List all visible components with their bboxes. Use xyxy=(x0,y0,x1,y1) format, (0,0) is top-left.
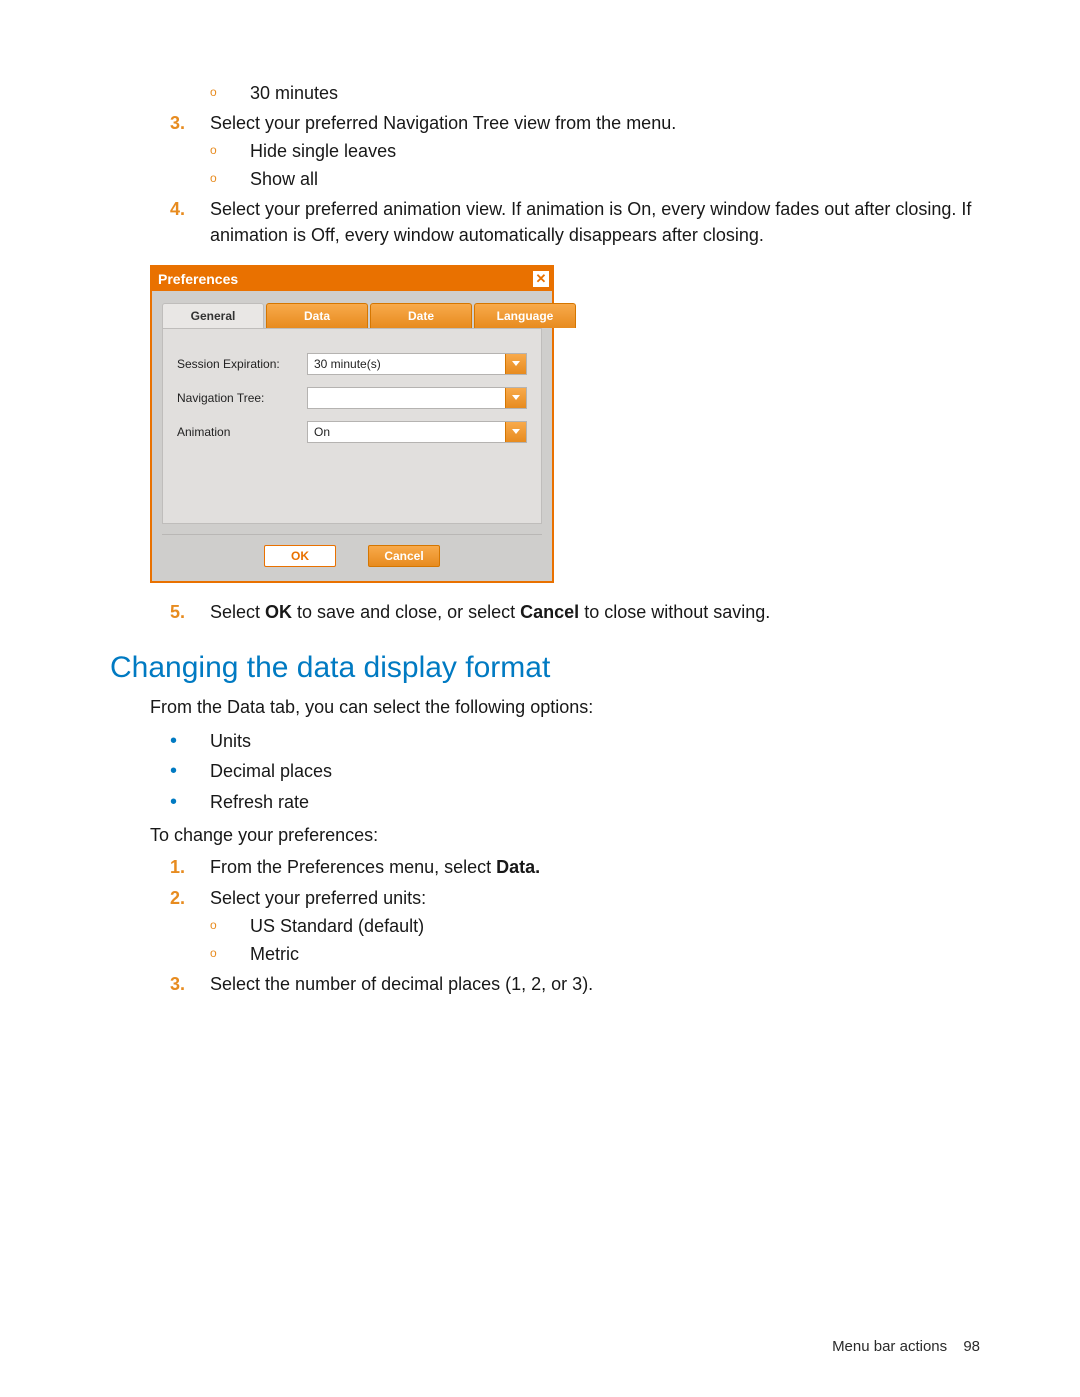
dialog-button-row: OK Cancel xyxy=(162,534,542,581)
step-1: 1. From the Preferences menu, select Dat… xyxy=(110,854,980,880)
animation-dropdown[interactable]: On xyxy=(307,421,527,443)
field-label: Navigation Tree: xyxy=(177,391,307,405)
bold-ok: OK xyxy=(265,602,292,622)
bullet-item: Refresh rate xyxy=(110,787,980,818)
list-number: 5. xyxy=(170,599,185,625)
bullet-item: Units xyxy=(110,726,980,757)
chevron-down-icon[interactable] xyxy=(505,422,526,442)
page-footer: Menu bar actions 98 xyxy=(832,1338,980,1355)
dialog-titlebar: Preferences ✕ xyxy=(152,267,552,291)
ordered-list-steps: 1. From the Preferences menu, select Dat… xyxy=(110,854,980,996)
list-text: Select OK to save and close, or select C… xyxy=(210,602,770,622)
list-item-5: 5. Select OK to save and close, or selec… xyxy=(110,599,980,625)
dropdown-value: 30 minute(s) xyxy=(308,357,387,371)
dropdown-value: On xyxy=(308,425,336,439)
navigation-tree-dropdown[interactable] xyxy=(307,387,527,409)
step-2: 2. Select your preferred units: US Stand… xyxy=(110,885,980,967)
sub-list: US Standard (default) Metric xyxy=(210,913,980,967)
tab-general[interactable]: General xyxy=(162,303,264,328)
chevron-down-icon[interactable] xyxy=(505,354,526,374)
list-item-4: 4. Select your preferred animation view.… xyxy=(110,196,980,248)
list-item-continuation: 30 minutes xyxy=(110,80,980,106)
sub-item: Show all xyxy=(210,166,980,192)
list-number: 1. xyxy=(170,854,185,880)
dialog-title: Preferences xyxy=(158,271,238,287)
bold-data: Data. xyxy=(496,857,540,877)
list-number: 2. xyxy=(170,885,185,911)
cancel-button[interactable]: Cancel xyxy=(368,545,440,567)
list-number: 3. xyxy=(170,971,185,997)
ok-button[interactable]: OK xyxy=(264,545,336,567)
bold-cancel: Cancel xyxy=(520,602,579,622)
sub-list: 30 minutes xyxy=(210,80,980,106)
list-text: From the Preferences menu, select Data. xyxy=(210,857,540,877)
preferences-screenshot: Preferences ✕ General Data Date Language… xyxy=(150,265,980,583)
preferences-dialog: Preferences ✕ General Data Date Language… xyxy=(150,265,554,583)
document-page: 30 minutes 3. Select your preferred Navi… xyxy=(0,0,1080,1397)
section-heading: Changing the data display format xyxy=(110,651,980,685)
footer-section-label: Menu bar actions xyxy=(832,1338,947,1355)
ordered-list-top: 30 minutes 3. Select your preferred Navi… xyxy=(110,80,980,249)
field-animation: Animation On xyxy=(177,421,527,443)
list-item-3: 3. Select your preferred Navigation Tree… xyxy=(110,110,980,192)
sub-item: US Standard (default) xyxy=(210,913,980,939)
text-fragment: From the Preferences menu, select xyxy=(210,857,496,877)
tab-body-general: Session Expiration: 30 minute(s) Navigat… xyxy=(162,328,542,524)
tab-data[interactable]: Data xyxy=(266,303,368,328)
tab-date[interactable]: Date xyxy=(370,303,472,328)
step-3: 3. Select the number of decimal places (… xyxy=(110,971,980,997)
tab-row: General Data Date Language xyxy=(152,291,552,328)
list-text: Select your preferred Navigation Tree vi… xyxy=(210,113,676,133)
sub-item: Hide single leaves xyxy=(210,138,980,164)
list-text: Select your preferred animation view. If… xyxy=(210,199,971,245)
field-label: Session Expiration: xyxy=(177,357,307,371)
page-number: 98 xyxy=(963,1338,980,1355)
ordered-list-top-cont: 5. Select OK to save and close, or selec… xyxy=(110,599,980,625)
bullet-item: Decimal places xyxy=(110,756,980,787)
list-number: 4. xyxy=(170,196,185,222)
tab-language[interactable]: Language xyxy=(474,303,576,328)
field-navigation-tree: Navigation Tree: xyxy=(177,387,527,409)
close-icon[interactable]: ✕ xyxy=(532,270,550,288)
chevron-down-icon[interactable] xyxy=(505,388,526,408)
list-text: Select your preferred units: xyxy=(210,888,426,908)
text-fragment: to save and close, or select xyxy=(292,602,520,622)
sub-item: Metric xyxy=(210,941,980,967)
section-intro: From the Data tab, you can select the fo… xyxy=(110,697,980,718)
text-fragment: to close without saving. xyxy=(579,602,770,622)
text-fragment: Select xyxy=(210,602,265,622)
sub-list: Hide single leaves Show all xyxy=(210,138,980,192)
list-number: 3. xyxy=(170,110,185,136)
sub-item: 30 minutes xyxy=(210,80,980,106)
list-text: Select the number of decimal places (1, … xyxy=(210,974,593,994)
bullet-list-options: Units Decimal places Refresh rate xyxy=(110,726,980,818)
field-session-expiration: Session Expiration: 30 minute(s) xyxy=(177,353,527,375)
field-label: Animation xyxy=(177,425,307,439)
change-intro: To change your preferences: xyxy=(110,825,980,846)
session-expiration-dropdown[interactable]: 30 minute(s) xyxy=(307,353,527,375)
